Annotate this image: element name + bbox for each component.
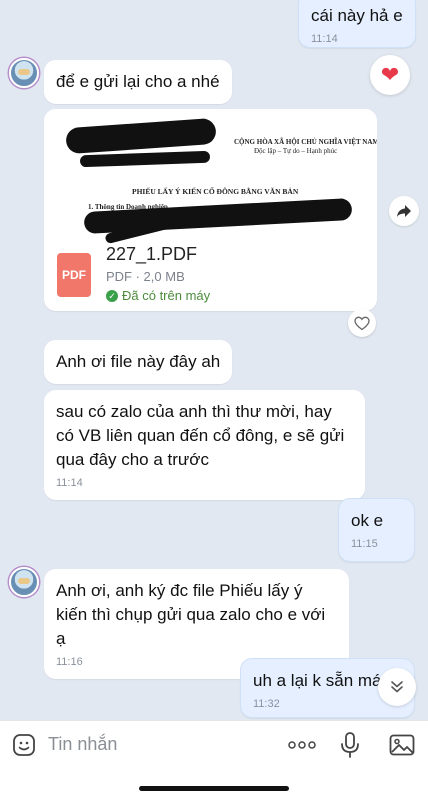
scroll-to-bottom-button[interactable]	[378, 668, 416, 706]
doc-subheader: Độc lập – Tự do – Hạnh phúc	[254, 147, 338, 155]
message-bubble-incoming[interactable]: để e gửi lại cho a nhé	[44, 60, 232, 104]
file-meta: PDF · 2,0 MB	[106, 269, 185, 284]
doc-title: PHIẾU LẤY Ý KIẾN CỔ ĐÔNG BẰNG VĂN BẢN	[132, 187, 299, 196]
message-bubble-outgoing[interactable]: ok e 11:15	[338, 498, 415, 562]
chevron-double-down-icon	[391, 681, 403, 693]
more-button[interactable]	[287, 731, 317, 759]
avatar[interactable]	[9, 567, 39, 597]
redaction-scribble	[79, 150, 211, 168]
message-text: sau có zalo của anh thì thư mời, hay có …	[56, 402, 345, 469]
file-name[interactable]: 227_1.PDF	[106, 244, 197, 265]
heart-outline-icon	[354, 316, 370, 330]
heart-icon: ❤	[380, 62, 400, 87]
more-dots-icon	[288, 741, 316, 749]
microphone-icon	[341, 732, 359, 758]
message-input[interactable]: Tin nhắn	[48, 734, 117, 755]
pdf-file-icon: PDF	[57, 253, 91, 297]
message-text: Anh ơi file này đây ah	[56, 352, 221, 371]
share-arrow-icon	[397, 205, 411, 217]
sticker-button[interactable]	[10, 731, 38, 759]
message-text: cái này hả e	[311, 6, 403, 25]
file-status-text: Đã có trên máy	[122, 288, 211, 303]
file-attachment-card[interactable]: CỘNG HÒA XÃ HỘI CHỦ NGHĨA VIỆT NAM Độc l…	[44, 109, 377, 311]
message-time: 11:14	[56, 477, 83, 489]
share-button[interactable]	[389, 196, 419, 226]
message-text: để e gửi lại cho a nhé	[56, 72, 220, 91]
doc-header: CỘNG HÒA XÃ HỘI CHỦ NGHĨA VIỆT NAM	[234, 138, 377, 146]
message-time: 11:14	[311, 33, 338, 45]
like-button[interactable]	[348, 309, 376, 337]
sticker-icon	[13, 734, 35, 756]
message-time: 11:15	[351, 538, 378, 550]
chat-area: cái này hả e 11:14 để e gửi lại cho a nh…	[0, 0, 428, 720]
message-text: ok e	[351, 511, 384, 530]
document-preview[interactable]: CỘNG HÒA XÃ HỘI CHỦ NGHĨA VIỆT NAM Độc l…	[44, 109, 377, 245]
check-circle-icon: ✓	[106, 289, 118, 302]
message-bubble-incoming[interactable]: Anh ơi file này đây ah	[44, 340, 233, 384]
message-text: Anh ơi, anh ký đc file Phiếu lấy ý kiến …	[56, 581, 326, 648]
image-icon	[389, 734, 415, 756]
file-status: ✓ Đã có trên máy	[106, 288, 210, 303]
redaction-scribble	[65, 117, 217, 155]
message-text: uh a lại k sẵn máy	[253, 671, 391, 690]
message-bubble-incoming[interactable]: sau có zalo của anh thì thư mời, hay có …	[44, 390, 365, 500]
avatar[interactable]	[9, 58, 39, 88]
image-button[interactable]	[388, 731, 416, 759]
microphone-button[interactable]	[336, 731, 364, 759]
reaction-heart-button[interactable]: ❤	[370, 55, 410, 95]
message-bubble-outgoing[interactable]: cái này hả e 11:14	[298, 0, 416, 48]
home-indicator	[139, 786, 289, 791]
message-time: 11:32	[253, 698, 280, 710]
